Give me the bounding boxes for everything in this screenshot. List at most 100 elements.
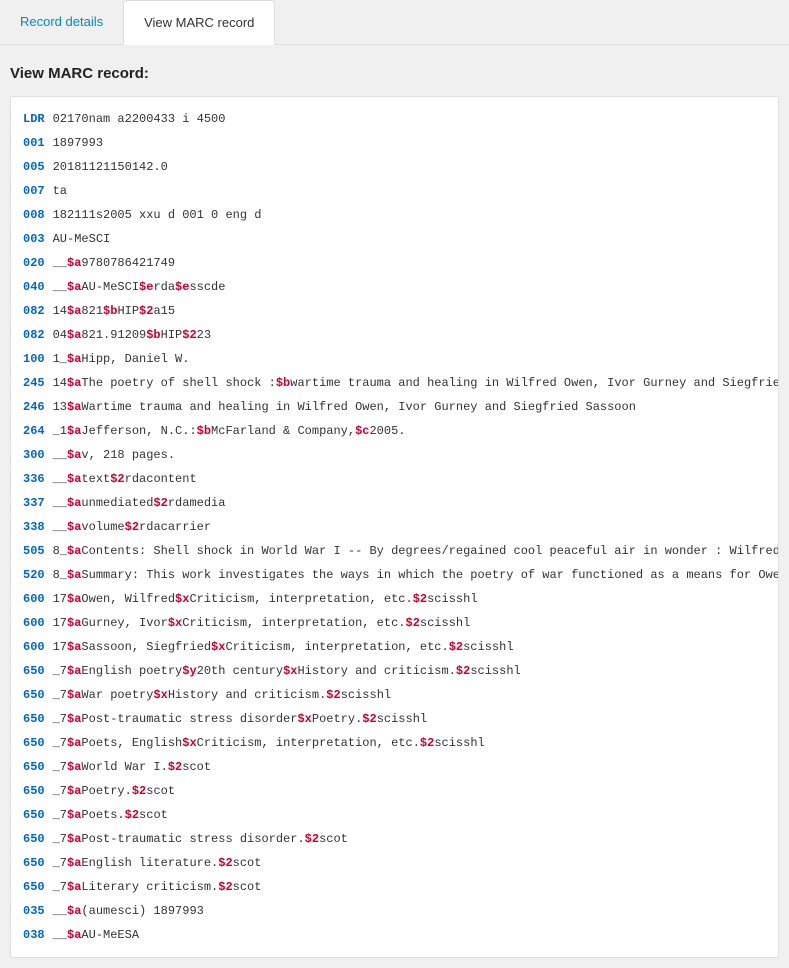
marc-row: 001 1897993 <box>19 131 779 155</box>
marc-value: __$a(aumesci) 1897993 <box>49 899 779 923</box>
marc-subfield-code: $2 <box>449 640 463 654</box>
marc-subfield-code: $2 <box>413 592 427 606</box>
marc-value: _1$aJefferson, N.C.:$bMcFarland & Compan… <box>49 419 779 443</box>
marc-row: 264_1$aJefferson, N.C.:$bMcFarland & Com… <box>19 419 779 443</box>
marc-text: War poetry <box>81 688 153 702</box>
marc-text: Criticism, interpretation, etc. <box>225 640 448 654</box>
marc-indicator: 1_ <box>53 352 67 366</box>
marc-text: scot <box>233 856 262 870</box>
marc-value: _7$aLiterary criticism.$2scot <box>49 875 779 899</box>
marc-subfield-code: $a <box>67 424 81 438</box>
marc-subfield-code: $2 <box>420 736 434 750</box>
marc-subfield-code: $e <box>175 280 189 294</box>
marc-value: __$a9780786421749 <box>49 251 779 275</box>
marc-subfield-code: $a <box>67 880 81 894</box>
marc-text: English poetry <box>81 664 182 678</box>
marc-row: 24514$aThe poetry of shell shock :$bwart… <box>19 371 779 395</box>
marc-subfield-code: $a <box>67 592 81 606</box>
marc-subfield-code: $a <box>67 904 81 918</box>
content-area: View MARC record: LDR 02170nam a2200433 … <box>0 45 789 968</box>
marc-tag: 505 <box>19 539 49 563</box>
marc-text: a15 <box>153 304 175 318</box>
marc-indicator: _7 <box>53 664 67 678</box>
marc-tag: 337 <box>19 491 49 515</box>
marc-value: _7$aPost-traumatic stress disorder$xPoet… <box>49 707 779 731</box>
marc-subfield-code: $b <box>146 328 160 342</box>
marc-subfield-code: $a <box>67 496 81 510</box>
marc-text: text <box>81 472 110 486</box>
marc-value: 8_$aSummary: This work investigates the … <box>49 563 779 587</box>
marc-text: (aumesci) 1897993 <box>81 904 203 918</box>
tab-view-marc-record[interactable]: View MARC record <box>123 0 275 45</box>
marc-text: Sassoon, Siegfried <box>81 640 211 654</box>
marc-row: 650_7$aLiterary criticism.$2scot <box>19 875 779 899</box>
marc-value: 17$aGurney, Ivor$xCriticism, interpretat… <box>49 611 779 635</box>
marc-value: __$aunmediated$2rdamedia <box>49 491 779 515</box>
marc-text: Poetry. <box>81 784 131 798</box>
marc-subfield-code: $x <box>283 664 297 678</box>
marc-row: 650_7$aPoetry.$2scot <box>19 779 779 803</box>
marc-row: 020__$a9780786421749 <box>19 251 779 275</box>
marc-text: Poetry. <box>312 712 362 726</box>
marc-indicator: 17 <box>53 640 67 654</box>
marc-subfield-code: $2 <box>182 328 196 342</box>
marc-row: 007 ta <box>19 179 779 203</box>
marc-row: LDR 02170nam a2200433 i 4500 <box>19 107 779 131</box>
marc-text: Summary: This work investigates the ways… <box>81 568 779 582</box>
marc-tag: 008 <box>19 203 49 227</box>
marc-indicator: 13 <box>53 400 67 414</box>
marc-tag: 040 <box>19 275 49 299</box>
marc-subfield-code: $2 <box>218 880 232 894</box>
tab-record-details[interactable]: Record details <box>0 0 123 44</box>
marc-indicator: __ <box>53 496 67 510</box>
marc-subfield-code: $x <box>153 688 167 702</box>
marc-row: 5058_$aContents: Shell shock in World Wa… <box>19 539 779 563</box>
marc-text: 821 <box>81 304 103 318</box>
marc-text: scot <box>146 784 175 798</box>
marc-tag: 650 <box>19 875 49 899</box>
marc-value: 1_$aHipp, Daniel W. <box>49 347 779 371</box>
marc-subfield-code: $2 <box>139 304 153 318</box>
marc-indicator: _7 <box>53 688 67 702</box>
marc-text: rda <box>153 280 175 294</box>
marc-value: 20181121150142.0 <box>49 155 779 179</box>
marc-text: English literature. <box>81 856 218 870</box>
marc-row: 650_7$aEnglish poetry$y20th century$xHis… <box>19 659 779 683</box>
marc-subfield-code: $x <box>182 736 196 750</box>
marc-text: scot <box>139 808 168 822</box>
marc-text: Criticism, interpretation, etc. <box>197 736 420 750</box>
marc-text: 821.91209 <box>81 328 146 342</box>
marc-text: scisshl <box>341 688 391 702</box>
marc-value: 14$a821$bHIP$2a15 <box>49 299 779 323</box>
marc-text: scisshl <box>463 640 513 654</box>
marc-subfield-code: $e <box>139 280 153 294</box>
marc-text: Wartime trauma and healing in Wilfred Ow… <box>81 400 636 414</box>
marc-indicator: __ <box>53 448 67 462</box>
marc-subfield-code: $2 <box>168 760 182 774</box>
marc-text: AU-MeSCI <box>81 280 139 294</box>
marc-subfield-code: $2 <box>125 520 139 534</box>
marc-indicator: _7 <box>53 760 67 774</box>
marc-subfield-code: $a <box>67 376 81 390</box>
marc-text: scisshl <box>427 592 477 606</box>
marc-text: History and criticism. <box>168 688 326 702</box>
marc-value: _7$aEnglish poetry$y20th century$xHistor… <box>49 659 779 683</box>
marc-tag: 338 <box>19 515 49 539</box>
marc-subfield-code: $2 <box>218 856 232 870</box>
marc-row: 650_7$aPoets, English$xCriticism, interp… <box>19 731 779 755</box>
marc-row: 1001_$aHipp, Daniel W. <box>19 347 779 371</box>
marc-tag: 001 <box>19 131 49 155</box>
marc-value: __$avolume$2rdacarrier <box>49 515 779 539</box>
marc-subfield-code: $2 <box>326 688 340 702</box>
marc-value: AU-MeSCI <box>49 227 779 251</box>
marc-tag: 650 <box>19 755 49 779</box>
marc-indicator: _7 <box>53 736 67 750</box>
marc-tag: 020 <box>19 251 49 275</box>
marc-text: rdacarrier <box>139 520 211 534</box>
marc-text: Owen, Wilfred <box>81 592 175 606</box>
section-title: View MARC record: <box>10 65 779 82</box>
marc-subfield-code: $a <box>67 280 81 294</box>
marc-subfield-code: $c <box>355 424 369 438</box>
marc-tag: 600 <box>19 635 49 659</box>
marc-text: AU-MeESA <box>81 928 139 942</box>
